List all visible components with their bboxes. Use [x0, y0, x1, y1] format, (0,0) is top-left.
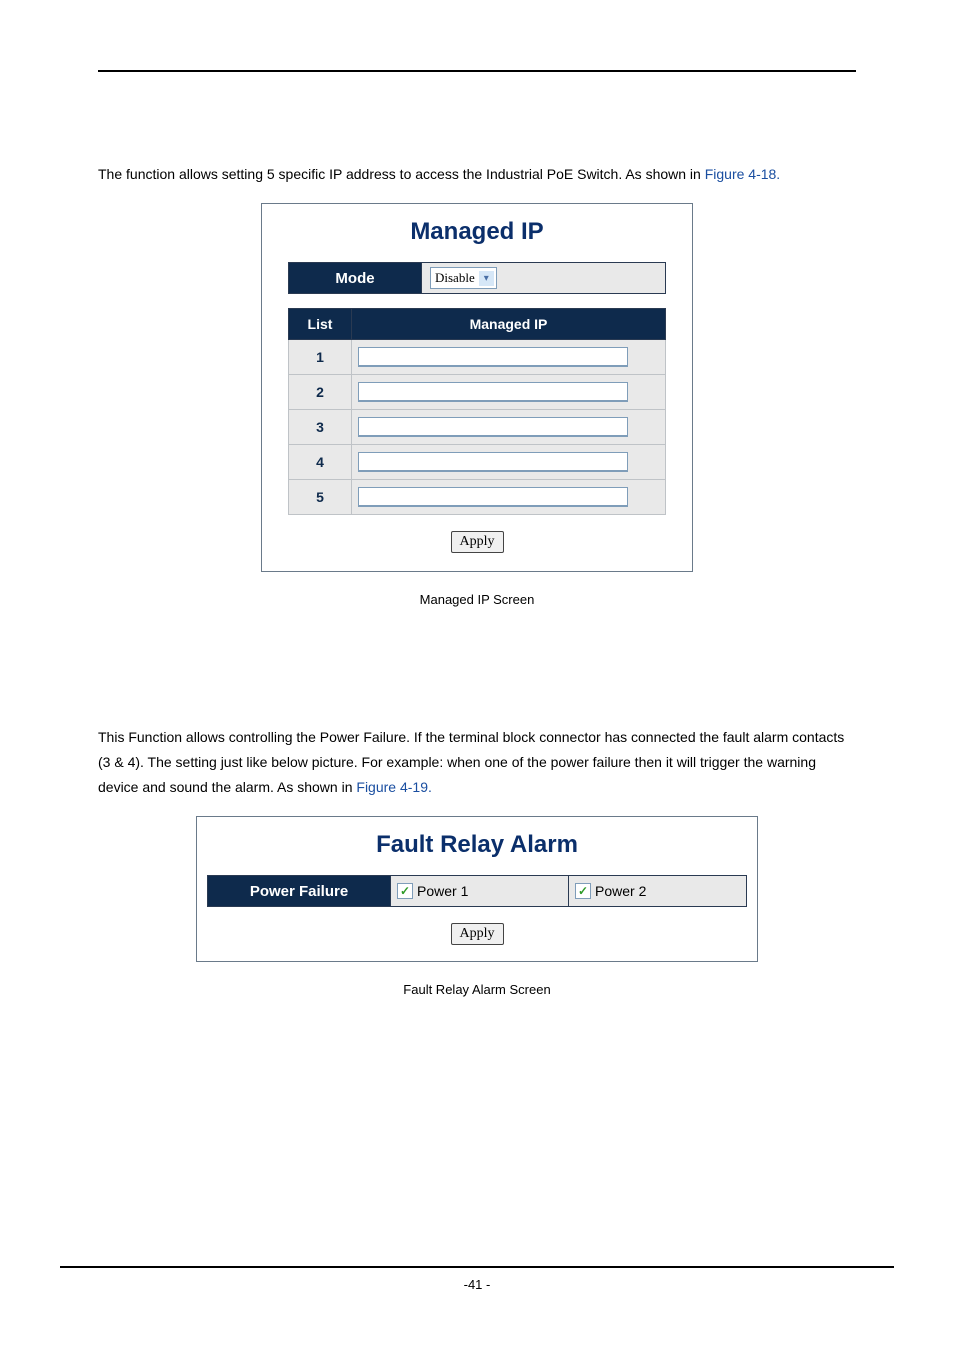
- table-row: 3: [289, 410, 666, 445]
- fault-relay-alarm-title: Fault Relay Alarm: [197, 831, 757, 859]
- mode-value-cell: Disable ▾: [422, 263, 666, 294]
- chevron-down-icon: ▾: [479, 271, 494, 286]
- apply-button[interactable]: Apply: [451, 531, 504, 553]
- ip-input-1[interactable]: [358, 347, 628, 367]
- power2-checkbox[interactable]: ✓ Power 2: [575, 883, 646, 899]
- power1-label: Power 1: [417, 883, 468, 899]
- list-index: 4: [289, 445, 352, 480]
- list-index: 1: [289, 340, 352, 375]
- mode-label: Mode: [289, 263, 422, 294]
- intro2-text: This Function allows controlling the Pow…: [98, 729, 844, 795]
- power2-cell: ✓ Power 2: [569, 876, 747, 907]
- power1-checkbox[interactable]: ✓ Power 1: [397, 883, 468, 899]
- figure-4-18-link[interactable]: Figure 4-18.: [705, 166, 780, 182]
- table-row: 2: [289, 375, 666, 410]
- managed-ip-table: List Managed IP 1 2 3 4 5: [288, 308, 666, 515]
- top-rule: [98, 70, 856, 72]
- ip-input-2[interactable]: [358, 382, 628, 402]
- fault-relay-alarm-panel: Fault Relay Alarm Power Failure ✓ Power …: [196, 816, 758, 962]
- page-footer: -41 -: [0, 1266, 954, 1294]
- caption-fault-relay: Fault Relay Alarm Screen: [98, 982, 856, 997]
- apply-button[interactable]: Apply: [451, 923, 504, 945]
- page-number: -41 -: [464, 1277, 491, 1292]
- list-index: 5: [289, 480, 352, 515]
- intro1-text: The function allows setting 5 specific I…: [98, 166, 705, 182]
- power2-label: Power 2: [595, 883, 646, 899]
- table-row: 1: [289, 340, 666, 375]
- intro-paragraph-1: The function allows setting 5 specific I…: [98, 162, 856, 187]
- checkbox-checked-icon: ✓: [397, 883, 413, 899]
- ip-input-5[interactable]: [358, 487, 628, 507]
- list-index: 3: [289, 410, 352, 445]
- managed-ip-panel: Managed IP Mode Disable ▾ List Managed I…: [261, 203, 693, 572]
- ip-input-4[interactable]: [358, 452, 628, 472]
- managed-ip-title: Managed IP: [262, 218, 692, 246]
- mode-select-value: Disable: [435, 270, 475, 286]
- mode-select[interactable]: Disable ▾: [430, 267, 497, 289]
- figure-4-19-link[interactable]: Figure 4-19.: [356, 779, 431, 795]
- intro-paragraph-2: This Function allows controlling the Pow…: [98, 725, 856, 800]
- list-header: List: [289, 309, 352, 340]
- caption-managed-ip: Managed IP Screen: [98, 592, 856, 607]
- power1-cell: ✓ Power 1: [391, 876, 569, 907]
- ip-input-3[interactable]: [358, 417, 628, 437]
- checkbox-checked-icon: ✓: [575, 883, 591, 899]
- list-index: 2: [289, 375, 352, 410]
- table-row: 5: [289, 480, 666, 515]
- power-failure-label: Power Failure: [208, 876, 391, 907]
- table-row: 4: [289, 445, 666, 480]
- managed-ip-header: Managed IP: [352, 309, 666, 340]
- mode-row: Mode Disable ▾: [288, 262, 666, 294]
- fault-relay-table: Power Failure ✓ Power 1 ✓ Power 2: [207, 875, 747, 907]
- footer-rule: [60, 1266, 894, 1268]
